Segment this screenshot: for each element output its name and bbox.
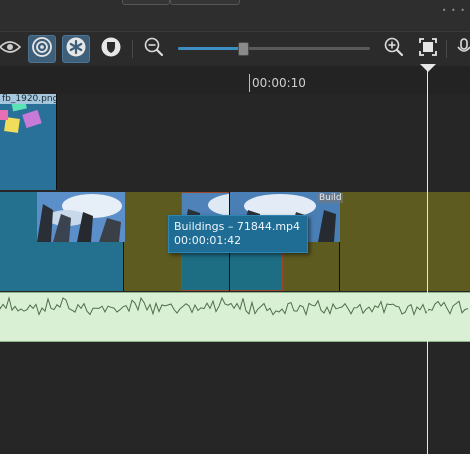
fit-timeline-button[interactable] bbox=[414, 35, 442, 63]
top-tab[interactable] bbox=[122, 0, 170, 5]
audio-button[interactable] bbox=[452, 35, 470, 63]
clip-label: fb_1920.png bbox=[0, 94, 56, 104]
shield-icon bbox=[100, 36, 122, 62]
zoom-in-icon bbox=[383, 36, 405, 62]
toolbar-separator bbox=[132, 40, 133, 58]
top-strip: • • • bbox=[0, 0, 470, 30]
ruler-time-label: 00:00:10 bbox=[252, 76, 306, 90]
zoom-out-button[interactable] bbox=[140, 35, 168, 63]
image-clip-thumbnail bbox=[0, 94, 56, 190]
clip-thumbnail bbox=[37, 192, 125, 242]
magnet-button[interactable] bbox=[62, 35, 90, 63]
clip-label: Build bbox=[317, 193, 343, 203]
asterisk-icon bbox=[65, 36, 87, 62]
target-icon bbox=[31, 36, 53, 62]
ruler-tick bbox=[249, 74, 250, 92]
time-ruler[interactable]: 00:00:10 bbox=[0, 66, 470, 94]
image-clip[interactable]: fb_1920.png bbox=[0, 94, 57, 190]
playhead-handle[interactable] bbox=[420, 64, 436, 72]
tooltip-title: Buildings – 71844.mp4 bbox=[174, 220, 301, 233]
audio-track[interactable] bbox=[0, 292, 470, 342]
more-dots-icon[interactable]: • • • bbox=[442, 6, 466, 15]
eye-button[interactable] bbox=[0, 35, 24, 63]
video-clip[interactable] bbox=[0, 192, 125, 291]
zoom-in-button[interactable] bbox=[380, 35, 408, 63]
eye-icon bbox=[0, 39, 22, 59]
tooltip-duration: 00:00:01:42 bbox=[174, 234, 242, 247]
playhead-line[interactable] bbox=[427, 66, 428, 454]
snap-target-button[interactable] bbox=[28, 35, 56, 63]
zoom-slider[interactable] bbox=[178, 42, 370, 56]
zoom-slider-handle[interactable] bbox=[238, 42, 250, 56]
audio-waveform bbox=[0, 295, 469, 317]
fit-screen-icon bbox=[417, 36, 439, 62]
shield-button[interactable] bbox=[97, 35, 125, 63]
toolbar-separator bbox=[446, 40, 447, 58]
zoom-out-icon bbox=[143, 36, 165, 62]
top-tab[interactable] bbox=[170, 0, 240, 5]
zoom-slider-fill bbox=[178, 47, 244, 50]
audio-icon bbox=[455, 36, 470, 62]
clip-tooltip: Buildings – 71844.mp4 00:00:01:42 bbox=[168, 215, 308, 253]
